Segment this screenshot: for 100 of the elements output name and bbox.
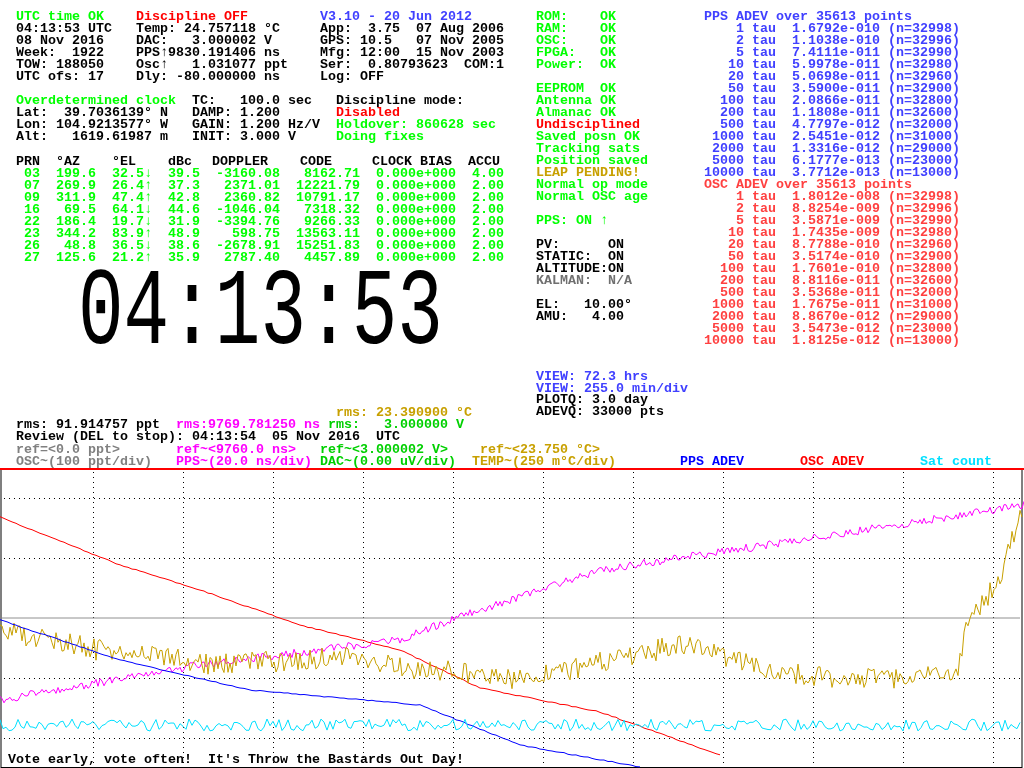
- status-line: Mfg: 12:00 15 Nov 2003: [320, 47, 504, 59]
- adev-row-text: 2 tau 1.1038e-010 (n=32996): [735, 35, 960, 47]
- table-cell-text: 48.9: [167, 228, 200, 240]
- reference-value: ref~<23.750 °C>: [480, 443, 600, 456]
- adev-row-text: 50 tau 3.5174e-010 (n=32900): [728, 251, 960, 263]
- trace-legend: OSC ADEV: [800, 455, 920, 469]
- table-cell-text: 35.9: [167, 252, 200, 264]
- status-line: Normal OSC age: [536, 191, 649, 203]
- status-line: Undisciplined: [536, 119, 641, 131]
- status-line: Tracking sats: [536, 143, 640, 155]
- table-cell-text: 0.000e+000: [375, 228, 456, 240]
- status-line: LEAP PENDING!: [536, 167, 640, 179]
- status-line: 08 Nov 2016: [16, 35, 105, 47]
- status-line: Lat: 39.7036139° N: [16, 107, 169, 119]
- trace-legend: DAC~(0.00 uV/div): [320, 455, 472, 469]
- status-line: INIT: 3.000 V: [192, 131, 297, 143]
- status-line: DAC: 3.000002 V: [136, 35, 273, 47]
- status-line: PPS↑9830.191406 ns: [136, 47, 280, 59]
- status-line: Disabled: [336, 107, 400, 119]
- status-line: ALTITUDE:ON: [536, 263, 624, 275]
- status-line: Osc↑ 1.031077 ppt: [136, 59, 289, 71]
- status-line: STATIC: ON: [536, 251, 625, 263]
- table-cell-text: 2787.40: [223, 252, 280, 264]
- status-line: RAM: OK: [536, 23, 617, 35]
- table-cell-text: 12221.79: [295, 180, 360, 192]
- table-cell-text: 2.00: [471, 204, 504, 216]
- status-line: TOW: 188050: [16, 59, 105, 71]
- adev-row-text: 200 tau 1.1808e-011 (n=32600): [719, 107, 960, 119]
- table-cell-text: 16: [23, 204, 40, 216]
- status-line: Alt: 1619.61987 m: [16, 131, 169, 143]
- reference-value: ref~<9760.0 ns>: [176, 443, 296, 456]
- table-cell-text: 83.9↑: [111, 228, 152, 240]
- status-line: Week: 1922: [16, 47, 105, 59]
- status-line: OSC: OK: [536, 35, 617, 47]
- table-cell-text: 9266.33: [304, 216, 360, 228]
- table-cell-text: 48.8: [64, 240, 96, 252]
- status-line: Lon: 104.9213577° W: [16, 119, 169, 131]
- table-cell-text: 8162.71: [304, 168, 360, 180]
- table-cell-text: 2371.01: [223, 180, 280, 192]
- status-line: Overdetermined clock: [16, 95, 177, 107]
- table-cell-text: 22: [23, 216, 40, 228]
- status-line: Normal op mode: [536, 179, 649, 191]
- table-cell-text: 07: [23, 180, 40, 192]
- adev-row-text: 100 tau 1.7601e-010 (n=32800): [719, 263, 960, 275]
- adev-row-text: 1 tau 1.6792e-010 (n=32998): [735, 23, 960, 35]
- status-line: EL: 10.00°: [536, 299, 633, 311]
- review-status: Review (DEL to stop): 04:13:54 05 Nov 2016 UTC: [16, 431, 400, 444]
- trace-legend: PPS~(20.0 ns/div): [176, 455, 320, 469]
- table-cell-text: -2678.91: [215, 240, 280, 252]
- table-cell-text: 4457.89: [303, 252, 360, 264]
- status-line: 04:13:53 UTC: [16, 23, 113, 35]
- view-setting: VIEW: 72.3 hrs: [536, 371, 648, 383]
- reference-value: ref=<0.0 ppt>: [16, 443, 120, 456]
- table-cell-text: 42.8: [167, 192, 200, 204]
- trace-legend: OSC~(100 ppt/div): [16, 455, 176, 469]
- status-line: DAMP: 1.200: [192, 107, 281, 119]
- table-cell-text: 4.00: [471, 168, 504, 180]
- table-cell-text: 344.2: [55, 228, 96, 240]
- view-setting: PLOTQ: 3.0 day: [536, 394, 648, 406]
- table-cell-text: -3394.76: [215, 216, 280, 228]
- column-header: °EL: [111, 156, 136, 168]
- adev-row: 10000 tau 1.8125e-012 (n=13000): [704, 335, 960, 347]
- table-cell-text: 2.00: [471, 240, 504, 252]
- adev-row-text: 5000 tau 3.5473e-012 (n=23000): [712, 323, 960, 335]
- status-line: GAIN: 1.200 Hz/V: [192, 119, 321, 131]
- adev-row-text: 1 tau 1.8012e-008 (n=32998): [735, 191, 960, 203]
- table-cell-text: 0.000e+000: [375, 192, 456, 204]
- table-cell-text: 2.00: [471, 192, 504, 204]
- table-cell-text: 31.9: [167, 216, 200, 228]
- column-header: PRN: [16, 156, 40, 168]
- table-cell-text: 39.5: [167, 168, 200, 180]
- table-cell-text: 13563.11: [295, 228, 360, 240]
- table-cell-text: 64.1↓: [111, 204, 152, 216]
- status-line: Dly: -80.000000 ns: [136, 71, 280, 83]
- table-cell-text: 2.00: [471, 252, 504, 264]
- table-cell-text: 27: [23, 252, 40, 264]
- adev-title: OSC ADEV over 35613 points: [704, 179, 912, 191]
- status-line: Power: OK: [536, 59, 617, 71]
- table-cell-text: 598.75: [232, 228, 280, 240]
- table-cell-text: 26.4↑: [111, 180, 152, 192]
- table-cell-text: 21.2↑: [111, 252, 152, 264]
- column-header: CODE: [299, 156, 332, 168]
- table-cell-text: 0.000e+000: [375, 216, 456, 228]
- status-line: Discipline OFF: [136, 11, 248, 23]
- column-header: °AZ: [55, 156, 80, 168]
- status-line: Discipline mode:: [336, 95, 465, 107]
- status-line: Temp: 24.757118 °C: [136, 23, 281, 35]
- footer-message: Vote early, vote often! It's Throw the Bastards Out Day!: [8, 753, 464, 766]
- table-cell-text: 19.7↓: [111, 216, 152, 228]
- table-cell-text: 09: [23, 192, 40, 204]
- adev-row-text: 2000 tau 1.3316e-012 (n=29000): [711, 143, 960, 155]
- status-line: PPS: ON ↑: [536, 215, 609, 227]
- table-cell-text: 0.000e+000: [375, 252, 456, 264]
- status-line: Saved posn OK: [536, 131, 641, 143]
- table-cell-text: 37.3: [167, 180, 200, 192]
- adev-row-text: 50 tau 3.5900e-011 (n=32900): [728, 83, 960, 95]
- status-line: GPS: 10.5 07 Nov 2005: [320, 35, 504, 47]
- status-line: Almanac OK: [536, 107, 616, 119]
- table-cell-text: 15251.83: [295, 240, 360, 252]
- adev-title: PPS ADEV over 35613 points: [704, 11, 912, 23]
